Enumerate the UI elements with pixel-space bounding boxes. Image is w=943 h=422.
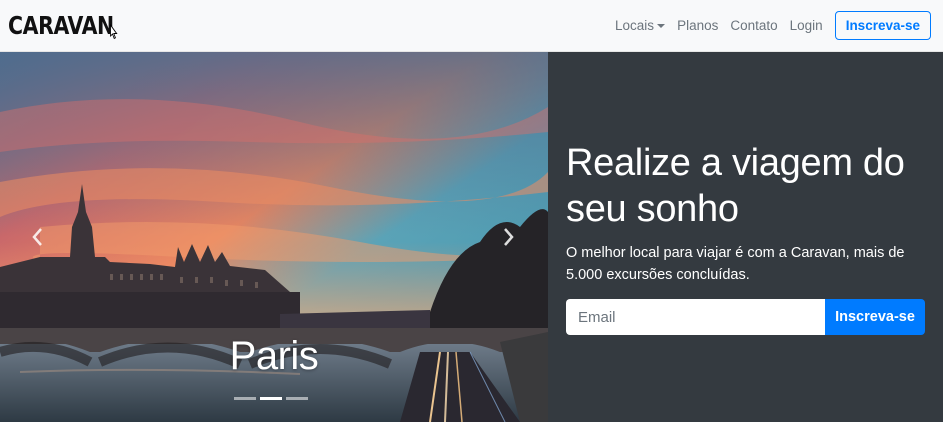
nav-signup-button[interactable]: Inscreva-se	[834, 11, 931, 40]
carousel-prev-icon[interactable]	[30, 226, 46, 248]
brand-text: CARAVAN	[8, 11, 114, 40]
nav-login-link[interactable]: Login	[790, 18, 823, 33]
email-input[interactable]	[566, 299, 825, 335]
carousel-indicators	[234, 397, 312, 400]
carousel-next-icon[interactable]	[500, 226, 516, 248]
carousel-caption: Paris	[229, 334, 319, 378]
carousel-indicator-2[interactable]	[260, 397, 282, 400]
nav-locais-label: Locais	[615, 18, 655, 33]
image-carousel: Paris	[0, 52, 548, 422]
signup-button[interactable]: Inscreva-se	[825, 299, 925, 335]
carousel-indicator-3[interactable]	[286, 397, 308, 400]
mouse-cursor-icon	[110, 23, 118, 39]
hero-description: O melhor local para viajar é com a Carav…	[566, 245, 905, 283]
nav-planos-link[interactable]: Planos	[677, 18, 718, 33]
brand-logo[interactable]: CARAVAN	[8, 11, 119, 40]
navbar: CARAVAN Locais Planos Contato Login Insc…	[0, 0, 943, 52]
caret-down-icon	[657, 23, 666, 28]
hero-panel: Realize a viagem do seu sonho O melhor l…	[548, 52, 943, 422]
nav-menu: Locais Planos Contato Login Inscreva-se	[603, 11, 931, 40]
carousel-indicator-1[interactable]	[234, 397, 256, 400]
nav-contato-link[interactable]: Contato	[730, 18, 777, 33]
signup-form: Inscreva-se	[566, 299, 925, 335]
hero-title: Realize a viagem do seu sonho	[566, 142, 905, 230]
nav-locais-dropdown[interactable]: Locais	[615, 18, 666, 33]
